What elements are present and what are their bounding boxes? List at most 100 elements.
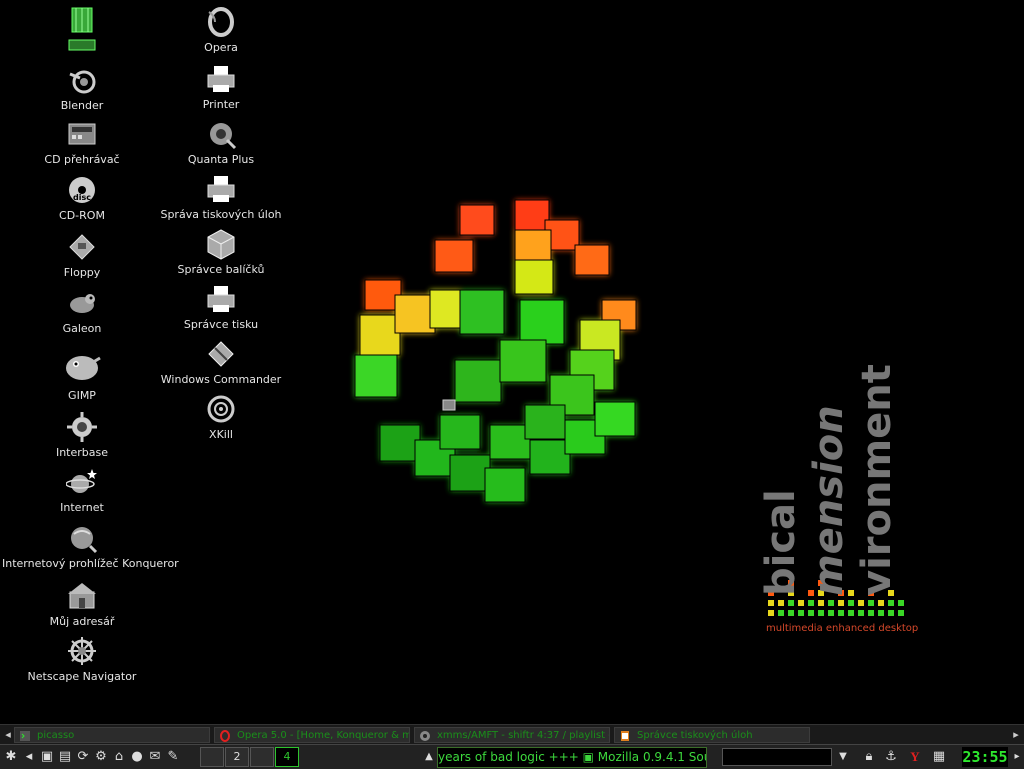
print-jobs-icon <box>207 176 235 202</box>
print-jobs-icon <box>621 731 629 741</box>
news-ticker[interactable]: years of bad logic +++ ▣ Mozilla 0.9.4.1… <box>437 747 707 768</box>
opera-icon <box>220 730 230 742</box>
anchor-icon[interactable]: ⚓︎ <box>882 748 900 766</box>
desktop-icon-label: GIMP <box>68 389 96 402</box>
mail-icon[interactable]: ✉ <box>146 748 164 766</box>
netscape-icon <box>68 637 96 665</box>
desktop: Blender CD přehrávač disc CD-ROM Floppy … <box>0 0 1024 724</box>
quanta-icon <box>210 123 237 150</box>
desktop-icon-label: Quanta Plus <box>187 153 255 166</box>
globe-icon[interactable]: ● <box>128 748 146 766</box>
desktop-icon-windows-commander[interactable]: Windows Commander <box>141 338 301 386</box>
desktop-icon-package-manager[interactable]: Správce balíčků <box>141 228 301 276</box>
grid-icon[interactable]: ▦ <box>930 748 948 766</box>
desktop-icon-label: Správce balíčků <box>177 263 265 276</box>
task-button[interactable]: picasso <box>14 727 210 743</box>
desktop-icon-label: Správa tiskových úloh <box>160 208 282 221</box>
lock-icon[interactable]: 🔒︎ <box>860 748 878 766</box>
desktop-icon-galeon[interactable]: Galeon <box>2 287 162 335</box>
desktop-icon-interbase[interactable]: Interbase <box>2 411 162 459</box>
print-manager-icon <box>207 286 235 312</box>
desktop-icon-blender[interactable]: Blender <box>2 64 162 112</box>
xkill-icon <box>207 395 235 423</box>
desktop-icon-cd-player[interactable]: CD přehrávač <box>2 118 162 166</box>
desktop-icon-label: Floppy <box>63 266 101 279</box>
trash-icon <box>68 7 96 51</box>
desktop-icon-label: Internet <box>60 501 104 514</box>
desktop-icon-floppy[interactable]: Floppy <box>2 231 162 279</box>
desktop-icon-netscape[interactable]: Netscape Navigator <box>2 635 162 683</box>
kde-menu-icon[interactable]: ✱ <box>2 748 20 766</box>
task-label: picasso <box>37 730 75 741</box>
desktop-icon-label: Galeon <box>62 322 102 335</box>
desktop-icon-label: Správce tisku <box>183 318 259 331</box>
brand-word-2: mension <box>806 405 852 596</box>
xmms-icon <box>420 731 430 741</box>
desktop-icon-quanta[interactable]: Quanta Plus <box>141 118 301 166</box>
desktop-icon-home-folder[interactable]: Můj adresář <box>2 580 162 628</box>
blender-icon <box>69 70 96 94</box>
desktop-icon-konqueror[interactable]: Internetový prohlížeč Konqueror <box>2 522 179 570</box>
refresh-icon[interactable]: ⟳ <box>74 748 92 766</box>
cdrom-icon: disc <box>69 177 95 203</box>
task-label: Opera 5.0 - [Home, Konqueror & more] <box>237 730 409 741</box>
kde-cube-logo <box>354 199 637 503</box>
desktop-icon-internet[interactable]: Internet <box>2 466 162 514</box>
home-folder-icon <box>68 583 96 609</box>
konqueror-icon <box>71 527 98 554</box>
dropdown-icon[interactable]: ▼ <box>834 748 852 766</box>
desktop-icon-xkill[interactable]: XKill <box>141 393 301 441</box>
brand-word-3: vironment <box>854 364 900 596</box>
panel-hide-button[interactable]: ▸ <box>1008 748 1024 766</box>
desktop-icon-label: XKill <box>209 428 233 441</box>
back-icon[interactable]: ◂ <box>20 748 38 766</box>
desktop-icon-label: Printer <box>202 98 240 111</box>
task-button[interactable]: xmms/AMFT - shiftr 4:37 / playlist - xmm… <box>414 727 610 743</box>
desktop-icon-label: CD-ROM <box>59 209 105 222</box>
desktop-icon-label: Internetový prohlížeč Konqueror <box>2 557 179 570</box>
pager-desktop-4[interactable]: 4 <box>275 747 299 767</box>
task-button[interactable]: Opera 5.0 - [Home, Konqueror & more] <box>214 727 410 743</box>
task-label: Správce tiskových úloh <box>637 730 753 741</box>
internet-icon <box>66 469 97 493</box>
pager-desktop-3[interactable] <box>250 747 274 767</box>
desktop-icon-label: Windows Commander <box>160 373 282 386</box>
windows-commander-icon <box>208 341 234 367</box>
interbase-icon <box>67 412 97 442</box>
home-icon[interactable]: ⌂ <box>110 748 128 766</box>
mouse-cursor-icon <box>442 399 456 411</box>
task-button[interactable]: Správce tiskových úloh <box>614 727 810 743</box>
desktop-icon-printer[interactable]: Printer <box>141 63 301 111</box>
clock[interactable]: 23:55 <box>962 747 1008 767</box>
printer-icon <box>207 66 235 92</box>
pager-desktop-1[interactable] <box>200 747 224 767</box>
taskbar-scroll-right[interactable]: ▸ <box>1010 728 1022 742</box>
desktop-icon-print-manager[interactable]: Správce tisku <box>141 283 301 331</box>
opera-icon <box>208 7 234 37</box>
brand-tagline: multimedia enhanced desktop <box>766 623 919 634</box>
desktop-icon-label: Blender <box>60 99 104 112</box>
desktop-icon-label: Netscape Navigator <box>27 670 137 683</box>
command-input[interactable] <box>722 748 832 766</box>
desktop-icon-gimp[interactable]: GIMP <box>2 346 162 402</box>
tools-icon[interactable]: ✎ <box>164 748 182 766</box>
yahoo-icon[interactable]: Y <box>906 748 924 766</box>
taskbar-scroll-left[interactable]: ◂ <box>2 728 14 742</box>
pager-desktop-2[interactable]: 2 <box>225 747 249 767</box>
desktop-icon-opera[interactable]: Opera <box>141 6 301 54</box>
desktop-icon-trash[interactable] <box>2 4 162 60</box>
desktop-icon-print-jobs[interactable]: Správa tiskových úloh <box>141 173 301 221</box>
desktop-icon-cdrom[interactable]: disc CD-ROM <box>2 174 162 222</box>
desktop-icon-label: Opera <box>204 41 238 54</box>
svg-text:disc: disc <box>73 193 91 202</box>
window-icon[interactable]: ▣ <box>38 748 56 766</box>
brand-word-1: bical <box>758 489 804 596</box>
gear-icon[interactable]: ⚙ <box>92 748 110 766</box>
desktop-icon-label: CD přehrávač <box>44 153 120 166</box>
up-arrow-icon[interactable]: ▲ <box>420 748 438 766</box>
cd-player-icon <box>68 123 96 145</box>
floppy-icon <box>69 234 95 260</box>
gimp-icon <box>66 356 101 380</box>
galeon-icon <box>70 294 95 313</box>
terminal-icon[interactable]: ▤ <box>56 748 74 766</box>
